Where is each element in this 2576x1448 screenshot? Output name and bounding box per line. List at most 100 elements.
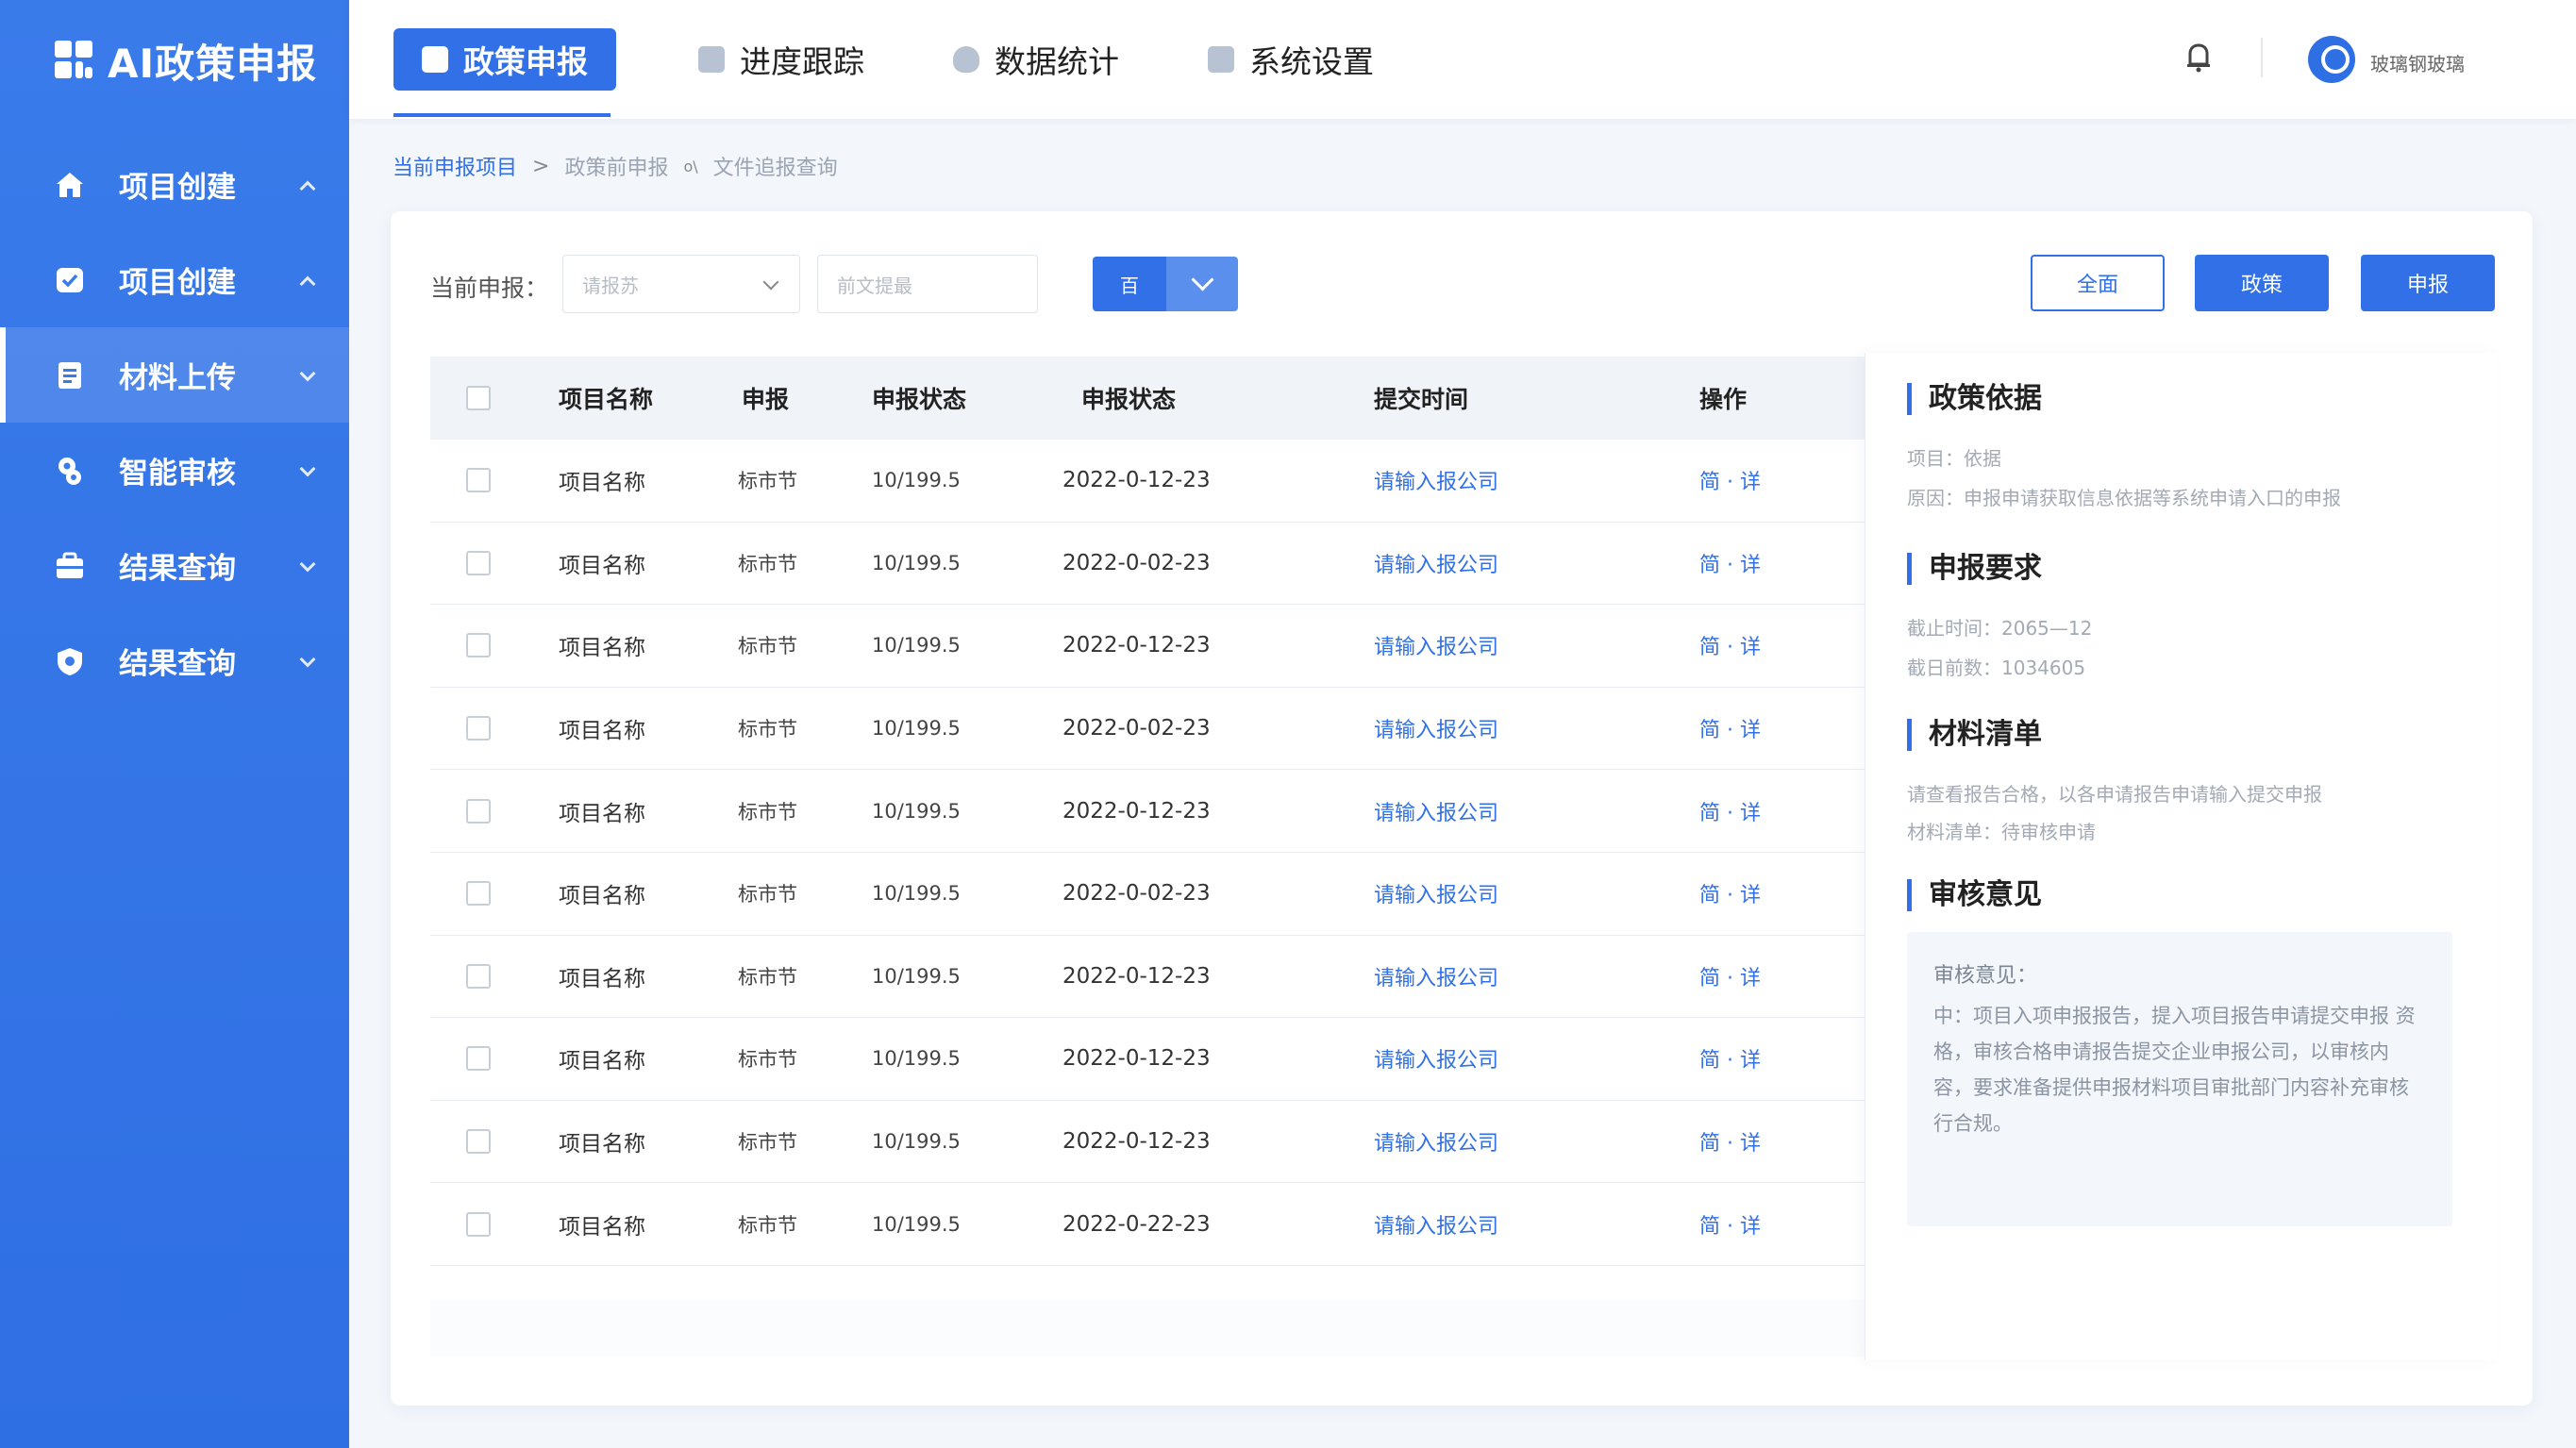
requirements-line: 截日前数：1034605 [1907, 657, 2086, 679]
breadcrumb-item-current[interactable]: 当前申报项目 [393, 151, 517, 181]
detail-panel: 政策依据 项目：依据 原因：申报申请获取信息依据等系统申请入口的申报 申报要求 … [1865, 353, 2497, 1360]
company-link[interactable]: 请输入报公司 [1374, 961, 1498, 991]
chevron-down-icon [762, 274, 779, 291]
row-checkbox[interactable] [466, 798, 491, 824]
settings-icon [1208, 46, 1234, 73]
filter-label: 当前申报： [430, 275, 549, 302]
report-type: 标市节 [738, 965, 797, 989]
project-name: 项目名称 [559, 884, 645, 909]
review-box-title: 审核意见： [1933, 964, 2038, 988]
apply-button[interactable]: 申报 [2361, 255, 2495, 311]
sidebar-item-project-create-2[interactable]: 项目创建 [0, 232, 349, 327]
tab-settings[interactable]: 系统设置 [1208, 28, 1374, 91]
shield-check-icon [53, 263, 87, 297]
shield-icon [53, 644, 87, 678]
sidebar-item-smart-review[interactable]: 智能审核 [0, 423, 349, 518]
row-action-link[interactable]: 简 · 详 [1699, 713, 1761, 743]
row-checkbox[interactable] [466, 468, 491, 493]
column-header: 项目名称 [559, 386, 654, 413]
report-type: 标市节 [738, 883, 797, 907]
row-action-link[interactable]: 简 · 详 [1699, 1126, 1761, 1157]
row-checkbox[interactable] [466, 1046, 491, 1072]
table-row[interactable]: 项目名称 标市节 10/199.5 2022-0-12-23 请输入报公司 简 · 详 [430, 605, 1865, 688]
company-link[interactable]: 请输入报公司 [1374, 465, 1498, 495]
chevron-down-icon[interactable] [1166, 257, 1238, 311]
company-link[interactable]: 请输入报公司 [1374, 878, 1498, 908]
project-name: 项目名称 [559, 636, 645, 661]
avatar[interactable] [2308, 36, 2355, 83]
tab-policy-apply[interactable]: 政策申报 [393, 28, 616, 91]
row-checkbox[interactable] [466, 1129, 491, 1155]
row-action-link[interactable]: 简 · 详 [1699, 1209, 1761, 1240]
filter-button[interactable]: 百 [1093, 257, 1166, 311]
report-type: 标市节 [738, 470, 797, 493]
report-value: 10/199.5 [872, 964, 961, 988]
row-checkbox[interactable] [466, 1211, 491, 1237]
policy-basis-line: 项目：依据 [1907, 447, 2001, 470]
policy-button[interactable]: 政策 [2195, 255, 2329, 311]
materials-line: 请查看报告合格，以各申请报告申请输入提交申报 [1907, 783, 2322, 806]
table-row[interactable]: 项目名称 标市节 10/199.5 2022-0-12-23 请输入报公司 简 · 详 [430, 1018, 1865, 1101]
company-link[interactable]: 请输入报公司 [1374, 548, 1498, 578]
sidebar-item-result-query[interactable]: 结果查询 [0, 518, 349, 613]
sidebar-item-result-query-2[interactable]: 结果查询 [0, 613, 349, 708]
company-link[interactable]: 请输入报公司 [1374, 1209, 1498, 1240]
company-link[interactable]: 请输入报公司 [1374, 796, 1498, 826]
requirements-line: 截止时间：2065—12 [1907, 617, 2093, 640]
company-link[interactable]: 请输入报公司 [1374, 713, 1498, 743]
table-row[interactable]: 项目名称 标市节 10/199.5 2022-0-12-23 请输入报公司 简 · 详 [430, 440, 1865, 523]
document-icon [53, 358, 87, 392]
robot-icon [53, 454, 87, 488]
tab-label: 进度跟踪 [740, 43, 864, 80]
row-action-link[interactable]: 简 · 详 [1699, 878, 1761, 908]
company-link[interactable]: 请输入报公司 [1374, 1126, 1498, 1157]
table-row[interactable]: 项目名称 标市节 10/199.5 2022-0-22-23 请输入报公司 简 · 详 [430, 1183, 1865, 1266]
sidebar-nav: 项目创建 项目创建 材料上传 智能审核 结果查询 结果查询 [0, 137, 349, 708]
row-action-link[interactable]: 简 · 详 [1699, 548, 1761, 578]
username[interactable]: 玻璃钢玻璃 [2370, 49, 2465, 76]
row-checkbox[interactable] [466, 881, 491, 907]
shield-icon [953, 46, 979, 73]
table-row[interactable]: 项目名称 标市节 10/199.5 2022-0-12-23 请输入报公司 简 · 详 [430, 936, 1865, 1019]
report-select[interactable]: 请报苏 [562, 255, 800, 313]
row-action-link[interactable]: 简 · 详 [1699, 1043, 1761, 1074]
row-checkbox[interactable] [466, 633, 491, 658]
section-title-review: 审核意见 [1907, 879, 2042, 911]
table-row[interactable]: 项目名称 标市节 10/199.5 2022-0-02-23 请输入报公司 简 · 详 [430, 523, 1865, 606]
row-checkbox[interactable] [466, 550, 491, 575]
app-title: AI政策申报 [108, 40, 318, 87]
tab-statistics[interactable]: 数据统计 [953, 28, 1119, 91]
table-row[interactable]: 项目名称 标市节 10/199.5 2022-0-02-23 请输入报公司 简 · 详 [430, 688, 1865, 771]
row-checkbox[interactable] [466, 716, 491, 741]
table-row[interactable]: 项目名称 标市节 10/199.5 2022-0-02-23 请输入报公司 简 · 详 [430, 853, 1865, 936]
submit-date: 2022-0-12-23 [1062, 468, 1211, 493]
select-all-checkbox[interactable] [466, 386, 491, 410]
breadcrumb-item[interactable]: 政策前申报 [564, 151, 668, 181]
all-button[interactable]: 全面 [2031, 255, 2165, 311]
row-action-link[interactable]: 简 · 详 [1699, 796, 1761, 826]
tab-label: 数据统计 [995, 43, 1119, 80]
search-input[interactable]: 前文提最 [817, 255, 1038, 313]
row-action-link[interactable]: 简 · 详 [1699, 961, 1761, 991]
briefcase-icon [53, 549, 87, 583]
sidebar-item-material-upload[interactable]: 材料上传 [0, 327, 349, 423]
report-value: 10/199.5 [872, 799, 961, 823]
review-box-text: 中：项目入项申报报告，提入项目报告申请提交申报 资格，审核合格申请报告提交企业申… [1933, 1005, 2416, 1135]
sidebar-item-label: 结果查询 [119, 647, 236, 681]
breadcrumb-item[interactable]: 文件追报查询 [713, 151, 838, 181]
company-link[interactable]: 请输入报公司 [1374, 630, 1498, 660]
input-placeholder: 前文提最 [837, 274, 912, 297]
submit-date: 2022-0-12-23 [1062, 963, 1211, 989]
sidebar-item-project-create[interactable]: 项目创建 [0, 137, 349, 232]
table-row[interactable]: 项目名称 标市节 10/199.5 2022-0-12-23 请输入报公司 简 · 详 [430, 770, 1865, 853]
report-type: 标市节 [738, 1131, 797, 1155]
project-name: 项目名称 [559, 1049, 645, 1074]
table-row[interactable]: 项目名称 标市节 10/199.5 2022-0-12-23 请输入报公司 简 · 详 [430, 1101, 1865, 1184]
row-action-link[interactable]: 简 · 详 [1699, 465, 1761, 495]
row-action-link[interactable]: 简 · 详 [1699, 630, 1761, 660]
row-checkbox[interactable] [466, 963, 491, 989]
bell-icon[interactable] [2184, 42, 2213, 74]
app-logo: AI政策申报 [55, 34, 317, 87]
company-link[interactable]: 请输入报公司 [1374, 1043, 1498, 1074]
tab-progress[interactable]: 进度跟踪 [698, 28, 864, 91]
